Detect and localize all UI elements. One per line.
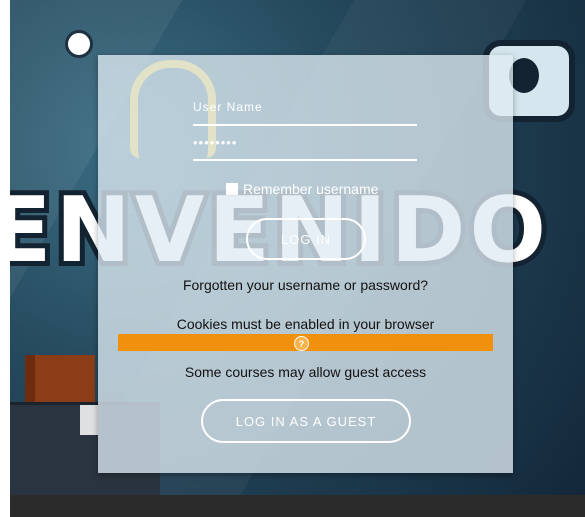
page-footer bbox=[10, 495, 585, 517]
username-field[interactable]: User Name bbox=[193, 100, 263, 114]
password-field[interactable]: •••••••• bbox=[193, 135, 237, 150]
guest-access-notice: Some courses may allow guest access bbox=[184, 364, 427, 380]
guest-login-button[interactable]: LOG IN AS A GUEST bbox=[201, 399, 411, 443]
remember-checkbox[interactable] bbox=[226, 183, 238, 195]
username-underline bbox=[193, 124, 417, 126]
forgot-password-link[interactable]: Forgotten your username or password? bbox=[98, 277, 513, 293]
remember-label: Remember username bbox=[243, 181, 379, 197]
password-underline bbox=[193, 159, 417, 161]
cookies-notice: Cookies must be enabled in your browser bbox=[176, 316, 435, 332]
pin-illustration bbox=[65, 30, 93, 58]
remember-username[interactable]: Remember username bbox=[226, 181, 378, 197]
arrow-illustration bbox=[80, 405, 98, 435]
login-button[interactable]: LOG IN bbox=[246, 218, 366, 260]
help-icon[interactable]: ? bbox=[294, 336, 309, 351]
